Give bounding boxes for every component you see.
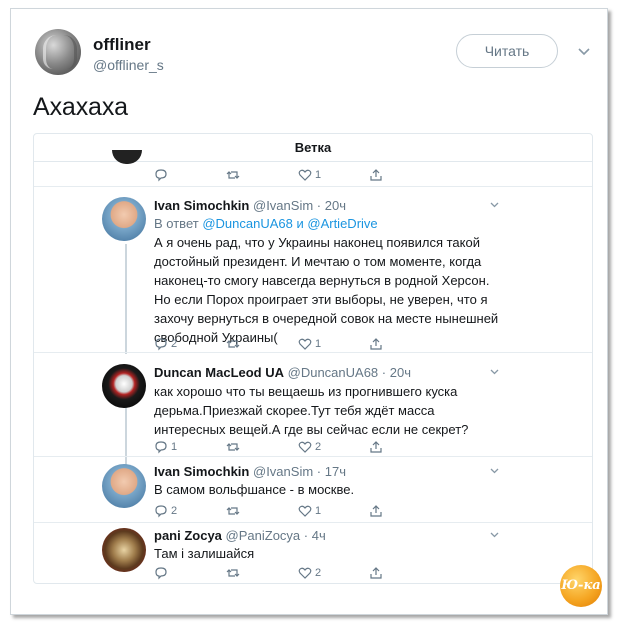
follow-button[interactable]: Читать (456, 34, 558, 68)
reply-actions: 2 (154, 566, 394, 582)
like-icon (298, 441, 312, 453)
tweet-card: offliner @offliner_s Читать Ахахаха Ветк… (10, 8, 608, 615)
thread-connector (125, 406, 127, 466)
like-button[interactable]: 2 (298, 566, 321, 580)
reply-time[interactable]: · 17ч (317, 464, 346, 479)
like-count: 1 (315, 169, 322, 181)
like-count: 2 (315, 567, 322, 579)
retweet-icon (226, 569, 240, 577)
reply-text: как хорошо что ты вещаешь из прогнившего… (154, 384, 469, 437)
reply-text: Там і залишайся (154, 546, 255, 561)
mention-joiner: и (296, 216, 304, 231)
reply-author-name[interactable]: Duncan MacLeod UA (154, 365, 284, 380)
retweet-icon (226, 340, 240, 348)
reply-icon (155, 567, 167, 580)
share-button[interactable] (369, 566, 383, 580)
like-count: 1 (315, 505, 322, 517)
like-button[interactable]: 1 (298, 504, 321, 518)
avatar[interactable] (102, 528, 146, 572)
reply-button[interactable] (154, 566, 171, 580)
share-button[interactable] (369, 504, 383, 518)
previous-reply-actions: 1 (154, 168, 394, 184)
like-button[interactable]: 2 (298, 440, 321, 454)
author-display-name[interactable]: offliner (93, 35, 151, 55)
reply-count: 2 (171, 338, 178, 350)
share-icon (370, 505, 382, 517)
chevron-down-icon[interactable] (578, 43, 590, 59)
retweet-button[interactable] (226, 504, 243, 518)
reply-author-name[interactable]: Ivan Simochkin (154, 198, 249, 213)
reply-button[interactable] (154, 168, 171, 182)
reply-button[interactable]: 1 (154, 440, 177, 454)
divider (34, 352, 592, 353)
reply-to-prefix: В ответ (154, 216, 199, 231)
retweet-button[interactable] (226, 440, 243, 454)
avatar[interactable] (102, 197, 146, 241)
reply-count: 2 (171, 505, 178, 517)
reply-actions: 2 1 (154, 504, 394, 520)
like-icon (298, 169, 312, 181)
share-button[interactable] (369, 440, 383, 454)
avatar[interactable] (102, 364, 146, 408)
reply-time[interactable]: · 20ч (382, 365, 411, 380)
like-icon (298, 505, 312, 517)
mention-link[interactable]: @DuncanUA68 (202, 216, 293, 231)
share-icon (370, 441, 382, 453)
chevron-down-icon[interactable] (490, 366, 499, 378)
share-icon (370, 169, 382, 181)
tweet-text: Ахахаха (33, 93, 129, 121)
reply-icon (155, 441, 167, 454)
reply-count: 1 (171, 441, 178, 453)
reply-text: А я очень рад, что у Украины наконец поя… (154, 235, 499, 345)
like-button[interactable]: 1 (298, 337, 321, 351)
like-icon (298, 338, 312, 350)
chevron-down-icon[interactable] (490, 465, 499, 477)
reply-icon (155, 169, 167, 182)
reply-author-handle[interactable]: @IvanSim (253, 464, 313, 479)
reply-button[interactable]: 2 (154, 504, 177, 518)
mention-link[interactable]: @ArtieDrive (307, 216, 377, 231)
reply-icon (155, 505, 167, 518)
reply-actions: 1 2 (154, 440, 394, 456)
thread-panel: Ветка 1 Ivan Simochkin @IvanSim · 20ч В … (33, 133, 593, 584)
share-icon (370, 338, 382, 350)
like-button[interactable]: 1 (298, 168, 321, 182)
retweet-icon (226, 507, 240, 515)
like-icon (298, 567, 312, 579)
chevron-down-icon[interactable] (490, 199, 499, 211)
thread-connector (125, 244, 127, 354)
retweet-icon (226, 443, 240, 451)
retweet-button[interactable] (226, 566, 243, 580)
reply-author-name[interactable]: pani Zocya (154, 528, 222, 543)
reply-time[interactable]: · 20ч (317, 198, 346, 213)
like-count: 2 (315, 441, 322, 453)
author-avatar[interactable] (35, 29, 81, 75)
share-button[interactable] (369, 168, 383, 182)
reply-author-handle[interactable]: @IvanSim (253, 198, 313, 213)
reply-icon (155, 338, 167, 351)
avatar[interactable] (102, 464, 146, 508)
retweet-button[interactable] (226, 337, 243, 351)
reply-to-line: В ответ @DuncanUA68 и @ArtieDrive (154, 216, 378, 231)
divider (34, 456, 592, 457)
retweet-button[interactable] (226, 168, 243, 182)
retweet-icon (226, 171, 240, 179)
reply-button[interactable]: 2 (154, 337, 177, 351)
chevron-down-icon[interactable] (490, 529, 499, 541)
reply-author-handle[interactable]: @DuncanUA68 (288, 365, 379, 380)
reply-author-handle[interactable]: @PaniZocya (226, 528, 301, 543)
like-count: 1 (315, 338, 322, 350)
share-button[interactable] (369, 337, 383, 351)
reply-actions: 2 1 (154, 337, 394, 353)
author-handle[interactable]: @offliner_s (93, 57, 164, 73)
reply-time[interactable]: · 4ч (304, 528, 326, 543)
reply-author-name[interactable]: Ivan Simochkin (154, 464, 249, 479)
watermark-logo: Ю-ка (560, 565, 602, 607)
share-icon (370, 567, 382, 579)
divider (34, 186, 592, 187)
divider (34, 522, 592, 523)
reply-text: В самом вольфшансе - в москве. (154, 482, 355, 497)
